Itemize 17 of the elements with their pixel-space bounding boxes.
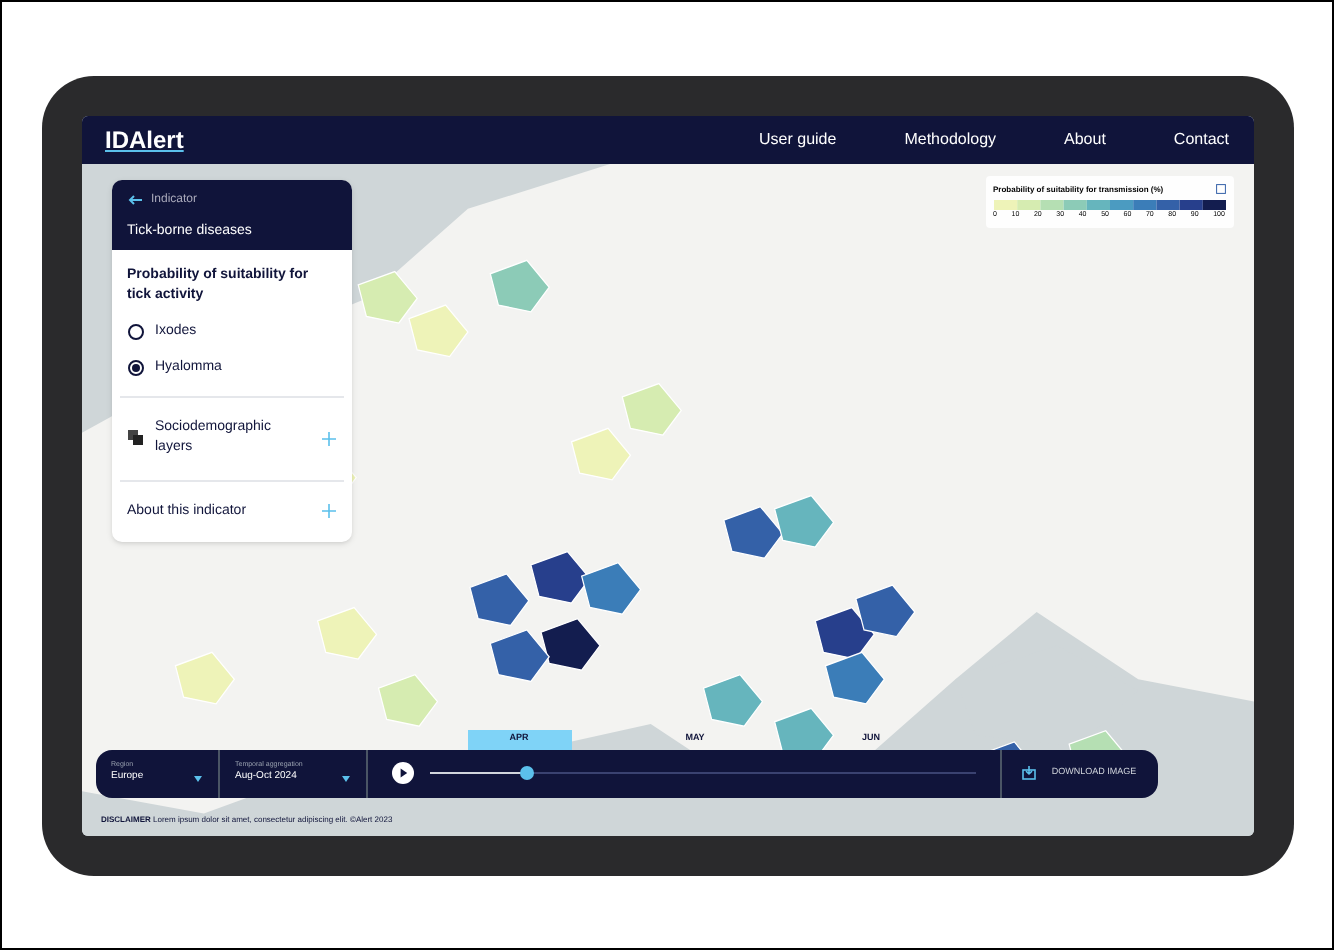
timeline-track[interactable]	[429, 772, 975, 774]
slider-thumb[interactable]	[520, 766, 535, 780]
radio-button[interactable]	[127, 360, 143, 377]
dropdown-caret-icon	[341, 775, 349, 782]
dropdown-caret-icon	[193, 775, 201, 782]
logo[interactable]: IDAlert	[105, 121, 184, 157]
play-icon[interactable]	[391, 762, 413, 784]
nav-link[interactable]: About	[1064, 127, 1106, 151]
download-icon	[1021, 766, 1036, 780]
back-arrow-icon[interactable]	[127, 194, 143, 206]
plus-icon	[321, 431, 335, 446]
nav-link[interactable]: Methodology	[904, 127, 997, 151]
layers-icon	[127, 430, 143, 447]
plus-icon	[321, 504, 335, 519]
nav-link[interactable]: User guide	[759, 127, 837, 151]
nav-link[interactable]: Contact	[1173, 127, 1229, 151]
radio-button[interactable]	[127, 323, 143, 340]
